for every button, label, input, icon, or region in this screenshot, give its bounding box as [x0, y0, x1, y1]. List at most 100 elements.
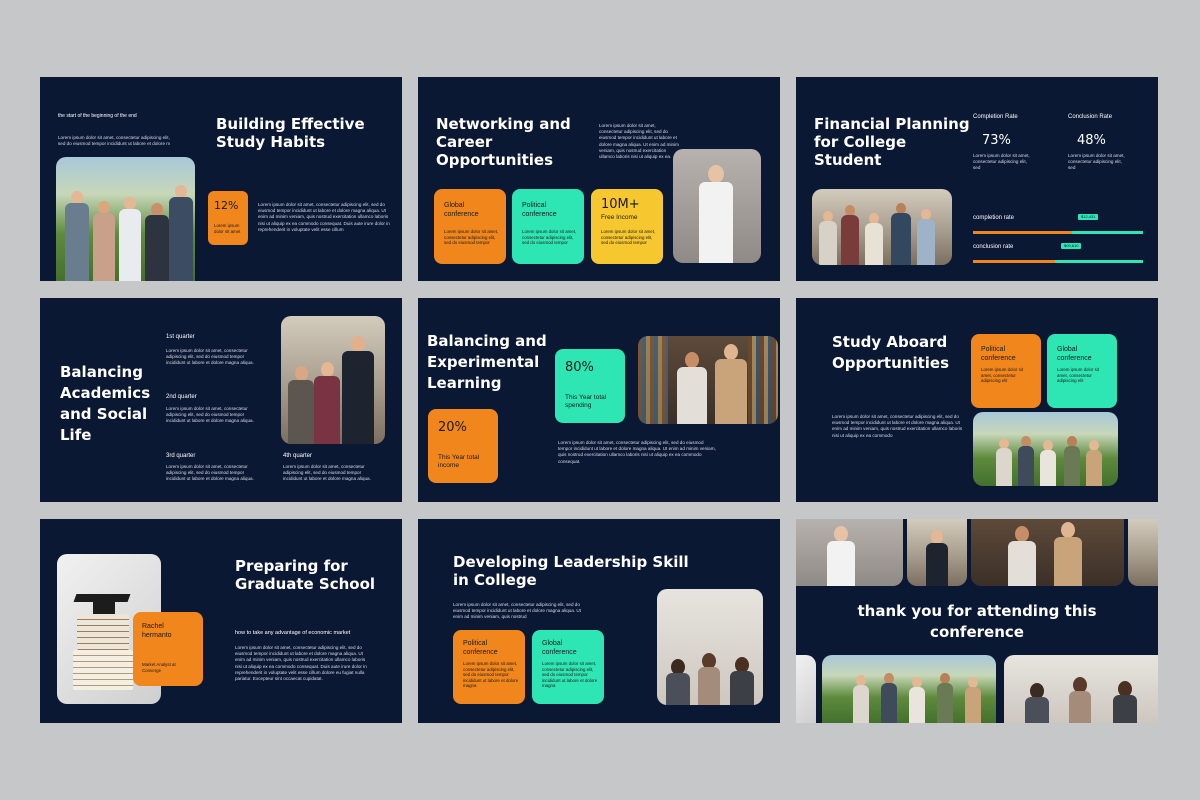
student-figure: [1007, 526, 1037, 586]
slide-title: Developing Leadership Skill in College: [453, 553, 689, 589]
completion-rate-value: 73%: [982, 133, 1011, 148]
slide-title: Balancing and Experimental Learning: [427, 332, 547, 392]
global-conference-card[interactable]: Global conference Lorem ipsum dolor sit …: [434, 189, 506, 264]
card-text: This Year total spending: [565, 394, 607, 409]
slide-networking-career[interactable]: Networking and Career Opportunities Lore…: [418, 77, 780, 281]
presentation-preview: { "slide1": { "tagline": "the start of t…: [0, 0, 1200, 800]
card-text: Lorem ipsum dolor sit amet, consectetur …: [981, 367, 1023, 384]
slide-body: Lorem ipsum dolor sit amet, consectetur …: [258, 202, 390, 232]
speaker-card[interactable]: Rachel hermanto Market Analyst at Conver…: [133, 612, 203, 686]
slide-title: Balancing Academics and Social Life: [60, 363, 151, 444]
student-figure: [936, 673, 954, 723]
slide-body: Lorem ipsum dolor sit amet, consectetur …: [599, 123, 679, 160]
student-figure: [729, 657, 755, 705]
slide-graduate-school[interactable]: Rachel hermanto Market Analyst at Conver…: [40, 519, 402, 723]
student-figure: [676, 352, 708, 424]
card-title: Global conference: [1057, 346, 1092, 362]
political-conference-card[interactable]: Political conference Lorem ipsum dolor s…: [512, 189, 584, 264]
global-conference-card[interactable]: Global conference Lorem ipsum dolor sit …: [1047, 334, 1117, 408]
political-conference-card[interactable]: Political conference Lorem ipsum dolor s…: [971, 334, 1041, 408]
quarter-label: 4th quarter: [283, 453, 313, 459]
slide-thank-you[interactable]: thank you for attending this conference: [796, 519, 1158, 723]
classroom-photo: [1004, 655, 1158, 723]
classroom-photo: [657, 589, 763, 705]
graduation-books-photo: [796, 655, 816, 723]
card-text: Lorem ipsum dolor sit amet, consectetur …: [444, 229, 499, 246]
student-figure: [818, 211, 838, 265]
slide-subtitle: how to take any advantage of economic ma…: [235, 630, 351, 636]
completion-rate-label: Completion Rate: [973, 114, 1018, 120]
student-figure: [1112, 681, 1138, 723]
slide-body: Lorem ipsum dolor sit amet, consectetur …: [235, 645, 367, 682]
student-figure: [995, 438, 1013, 486]
slide-body: Lorem ipsum dolor sit amet, consectetur …: [558, 440, 716, 464]
student-figure: [287, 366, 315, 444]
student-figure: [826, 526, 856, 586]
slide-building-study-habits[interactable]: the start of the beginning of the end Lo…: [40, 77, 402, 281]
completion-bar-label: completion rate: [973, 215, 1015, 221]
card-title: Political conference: [981, 346, 1016, 362]
quarter-text: Lorem ipsum dolor sit amet, consectetur …: [166, 348, 254, 366]
library-students-photo: [971, 519, 1124, 586]
conclusion-bar-label: conclusion rate: [973, 244, 1014, 250]
stat-text: Lorem ipsum dolor sit amet: [214, 223, 241, 234]
student-figure: [916, 209, 936, 265]
stat-card: 12% Lorem ipsum dolor sit amet: [208, 191, 248, 245]
card-text: Lorem ipsum dolor sit amet, consectetur …: [463, 661, 519, 689]
slide-title: thank you for attending this conference: [857, 602, 1097, 641]
global-conference-card[interactable]: Global conference Lorem ipsum dolor sit …: [532, 630, 604, 704]
students-huddle-photo: [56, 157, 195, 281]
student-figure: [1039, 440, 1057, 486]
free-income-card[interactable]: 10M+ Free Income Lorem ipsum dolor sit a…: [591, 189, 663, 264]
slide-balancing-academics[interactable]: Balancing Academics and Social Life 1st …: [40, 298, 402, 502]
student-figure: [1085, 440, 1103, 486]
card-title: Political conference: [522, 202, 557, 218]
slide-title: Study Aboard Opportunities: [832, 333, 950, 372]
student-figure: [92, 201, 116, 281]
library-students-photo: [638, 336, 778, 424]
card-text: This Year total income: [438, 454, 480, 469]
spending-stat-card[interactable]: 80% This Year total spending: [555, 349, 625, 423]
student-figure: [908, 677, 926, 723]
slide-title: Preparing for Graduate School: [235, 557, 376, 593]
quarter-label: 3rd quarter: [166, 453, 196, 459]
student-figure: [964, 677, 982, 723]
income-stat-card[interactable]: 20% This Year total income: [428, 409, 498, 483]
student-figure: [890, 203, 912, 265]
slide-leadership-skill[interactable]: Developing Leadership Skill in College L…: [418, 519, 780, 723]
student-figure: [714, 344, 748, 424]
completion-rate-text: Lorem ipsum dolor sit amet, consectetur …: [973, 153, 1030, 171]
slide-body: Lorem ipsum dolor sit amet, consectetur …: [832, 414, 963, 438]
political-conference-card[interactable]: Political conference Lorem ipsum dolor s…: [453, 630, 525, 704]
student-figure: [852, 675, 870, 723]
card-value: 10M+: [601, 197, 640, 212]
quarter-text: Lorem ipsum dolor sit amet, consectetur …: [283, 464, 371, 482]
student-figure: [341, 336, 375, 444]
student-pointing-photo: [673, 149, 761, 263]
slide-title: Building Effective Study Habits: [216, 115, 365, 151]
student-figure: [144, 203, 170, 281]
quarter-label: 2nd quarter: [166, 394, 197, 400]
conclusion-rate-label: Conclusion Rate: [1068, 114, 1113, 120]
card-text: Lorem ipsum dolor sit amet, consectetur …: [601, 229, 656, 246]
card-title: Free Income: [601, 214, 638, 221]
slide-study-aboard[interactable]: Study Aboard Opportunities Political con…: [796, 298, 1158, 502]
student-figure: [697, 165, 735, 263]
quarter-text: Lorem ipsum dolor sit amet, consectetur …: [166, 406, 254, 424]
slide-tagline: the start of the beginning of the end: [58, 113, 137, 119]
card-title: Global conference: [444, 202, 479, 218]
students-group-photo: [812, 189, 952, 265]
slide-body: Lorem ipsum dolor sit amet, consectetur …: [453, 602, 581, 620]
stat-value: 12%: [214, 199, 239, 212]
conclusion-bar-fill: [973, 260, 1055, 263]
student-figure: [1063, 436, 1081, 486]
card-title: Global conference: [542, 640, 577, 656]
slide-financial-planning[interactable]: Financial Planning for College Student C…: [796, 77, 1158, 281]
student-pointing-photo: [796, 519, 903, 586]
students-walking-photo: [822, 655, 996, 723]
students-selfie-photo: [281, 316, 385, 444]
quarter-label: 1st quarter: [166, 334, 195, 340]
card-text: Lorem ipsum dolor sit amet, consectetur …: [542, 661, 598, 689]
card-value: 20%: [438, 420, 467, 435]
slide-experimental-learning[interactable]: Balancing and Experimental Learning 80% …: [418, 298, 780, 502]
